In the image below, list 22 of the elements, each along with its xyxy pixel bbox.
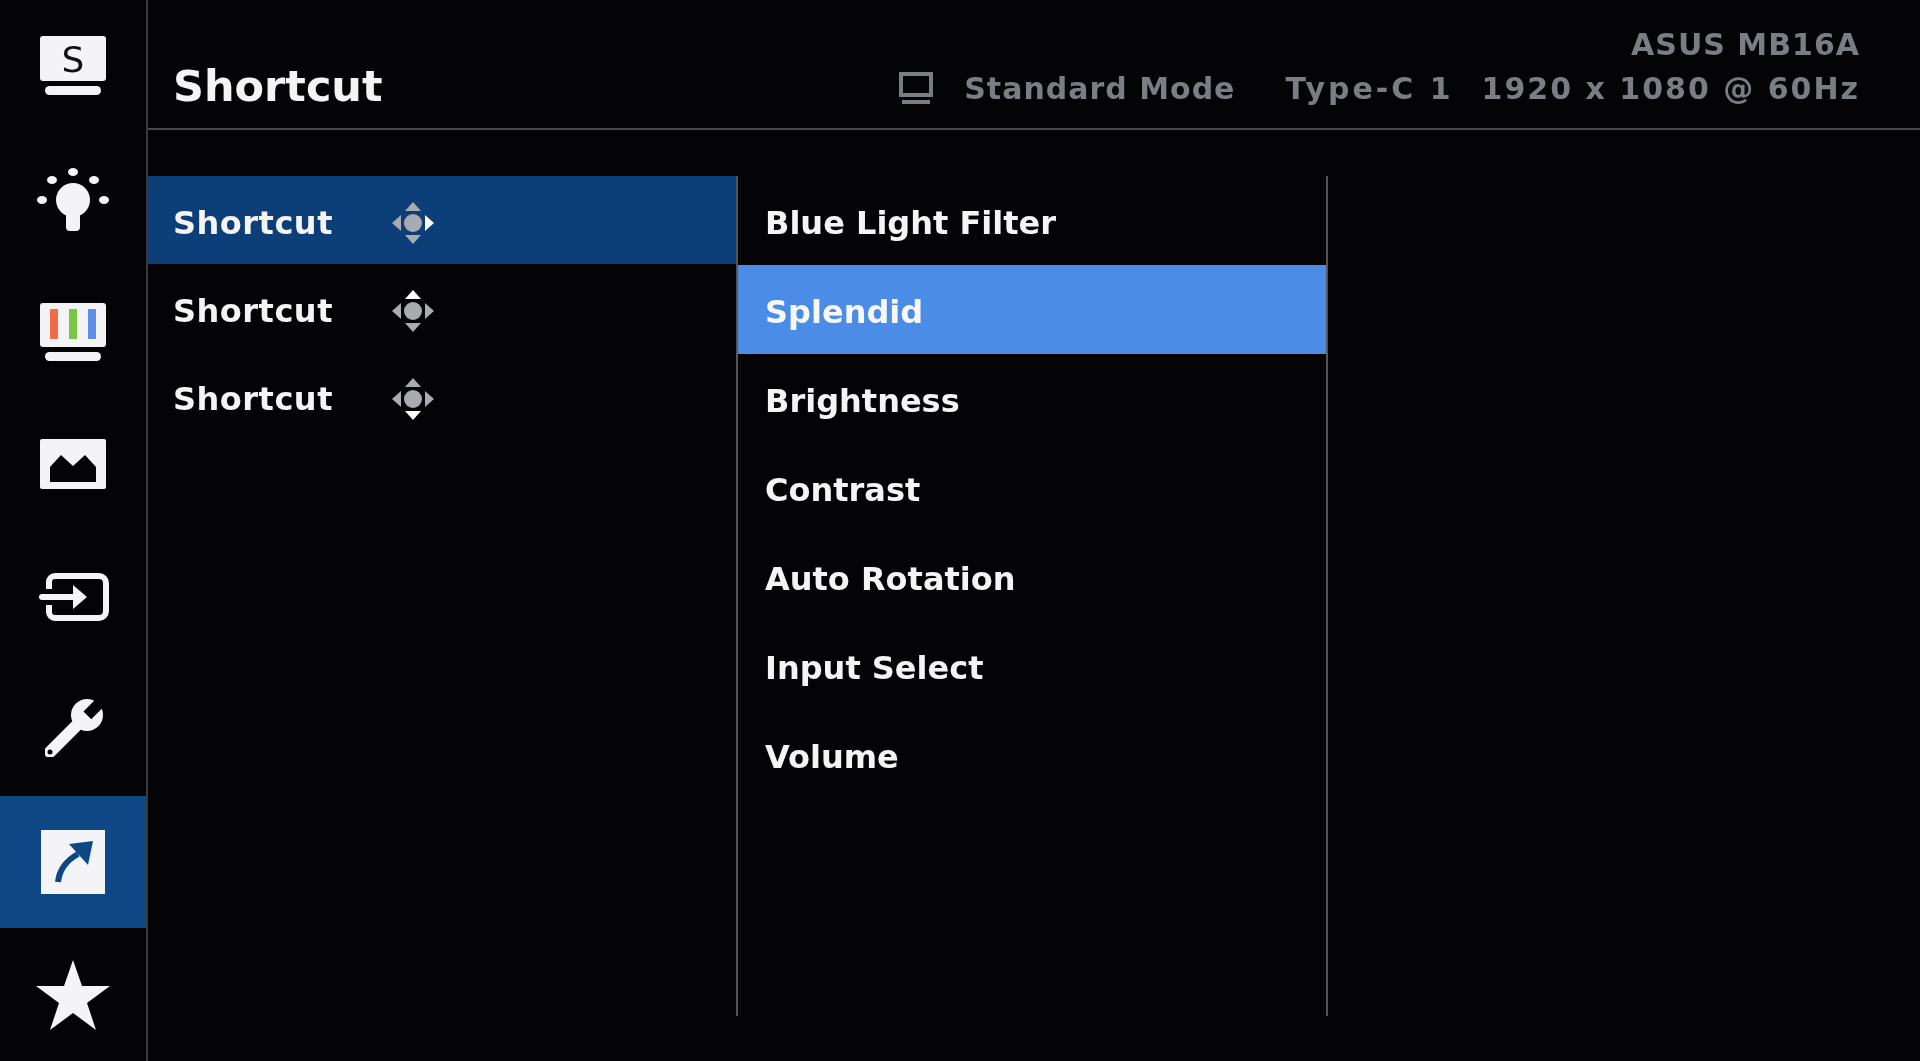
shortcut-slot[interactable]: Shortcut [148,264,736,352]
lightbulb-icon [37,166,109,231]
model-name: ASUS MB16A [1631,26,1860,64]
display-mode: Standard Mode [964,70,1236,108]
menu-item[interactable]: Contrast [738,443,1326,532]
menu-item[interactable]: Input Select [738,621,1326,710]
menu-item[interactable]: Brightness [738,354,1326,443]
menu-item[interactable]: Blue Light Filter [738,176,1326,265]
shortcut-slot[interactable]: Shortcut [148,352,736,440]
shortcut-slot[interactable]: Shortcut [148,176,736,264]
input-source: Type-C 1 [1285,70,1454,108]
resolution: 1920 x 1080 @ 60Hz [1481,70,1860,108]
color-bars-icon [40,302,106,361]
menu-item[interactable]: Auto Rotation [738,532,1326,621]
page-title: Shortcut [173,64,383,108]
input-arrow-icon [37,570,109,623]
star-icon [36,959,110,1030]
menu-tab[interactable]: S [0,0,146,133]
menu-tab[interactable] [0,795,146,929]
menu-item[interactable]: Volume [738,710,1326,799]
landscape-icon [40,439,106,490]
monitor-icon [898,72,935,106]
